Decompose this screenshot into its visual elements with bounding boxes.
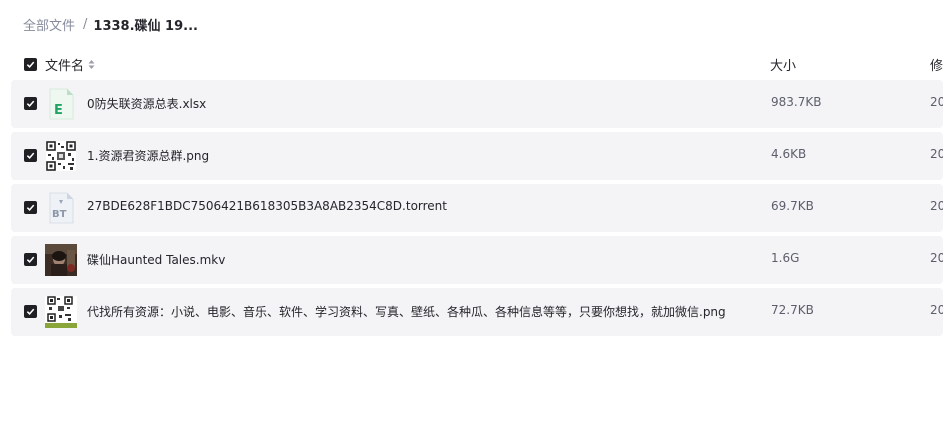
row-checkbox[interactable] <box>24 201 37 214</box>
select-all-checkbox[interactable] <box>24 58 37 71</box>
column-header-name[interactable]: 文件名 <box>45 55 95 74</box>
table-header: 文件名 大小 修 <box>0 52 943 76</box>
file-row[interactable]: 代找所有资源：小说、电影、音乐、软件、学习资料、写真、壁纸、各种瓜、各种信息等等… <box>11 288 943 336</box>
checkmark-icon <box>26 152 35 159</box>
file-row[interactable]: BT 27BDE628F1BDC7506421B618305B3A8AB2354… <box>11 184 943 232</box>
file-modified: 20 <box>930 147 943 161</box>
file-name[interactable]: 代找所有资源：小说、电影、音乐、软件、学习资料、写真、壁纸、各种瓜、各种信息等等… <box>87 303 726 320</box>
checkmark-icon <box>26 204 35 211</box>
checkmark-icon <box>26 308 35 315</box>
svg-text:BT: BT <box>52 209 67 220</box>
file-modified: 20 <box>930 199 943 213</box>
qr-code-image-icon <box>45 296 77 328</box>
file-row[interactable]: E 0防失联资源总表.xlsx 983.7KB 20 <box>11 80 943 128</box>
bt-torrent-file-icon: BT <box>49 192 74 224</box>
checkmark-icon <box>26 256 35 263</box>
row-checkbox[interactable] <box>24 97 37 110</box>
breadcrumb: 全部文件 / 1338.碟仙 19... <box>23 14 198 34</box>
row-checkbox[interactable] <box>24 149 37 162</box>
file-row[interactable]: 碟仙Haunted Tales.mkv 1.6G 20 <box>11 236 943 284</box>
sort-icon[interactable] <box>88 59 95 70</box>
file-size: 983.7KB <box>771 95 822 109</box>
file-browser-page: 全部文件 / 1338.碟仙 19... 文件名 大小 修 E 0防失联资源总表… <box>0 0 943 430</box>
svg-text:E: E <box>54 103 63 118</box>
file-name[interactable]: 27BDE628F1BDC7506421B618305B3A8AB2354C8D… <box>87 199 447 213</box>
breadcrumb-all-files[interactable]: 全部文件 <box>23 15 75 34</box>
file-size: 1.6G <box>771 251 800 265</box>
breadcrumb-current-folder: 1338.碟仙 19... <box>93 18 198 34</box>
row-checkbox[interactable] <box>24 305 37 318</box>
file-row[interactable]: 1.资源君资源总群.png 4.6KB 20 <box>11 132 943 180</box>
file-modified: 20 <box>930 303 943 317</box>
file-name[interactable]: 1.资源君资源总群.png <box>87 147 209 164</box>
file-name[interactable]: 0防失联资源总表.xlsx <box>87 95 206 112</box>
file-size: 72.7KB <box>771 303 814 317</box>
excel-file-icon: E <box>49 88 74 120</box>
breadcrumb-separator: / <box>83 16 88 32</box>
column-header-name-label: 文件名 <box>45 59 85 74</box>
file-modified: 20 <box>930 251 943 265</box>
checkmark-icon <box>26 61 35 68</box>
file-size: 69.7KB <box>771 199 814 213</box>
checkmark-icon <box>26 100 35 107</box>
file-name[interactable]: 碟仙Haunted Tales.mkv <box>87 251 225 268</box>
row-checkbox[interactable] <box>24 253 37 266</box>
file-size: 4.6KB <box>771 147 807 161</box>
qr-code-image-icon <box>46 141 76 171</box>
column-header-modified[interactable]: 修 <box>930 55 943 74</box>
column-header-size[interactable]: 大小 <box>770 55 796 74</box>
file-modified: 20 <box>930 95 943 109</box>
video-thumbnail-icon <box>45 244 77 276</box>
